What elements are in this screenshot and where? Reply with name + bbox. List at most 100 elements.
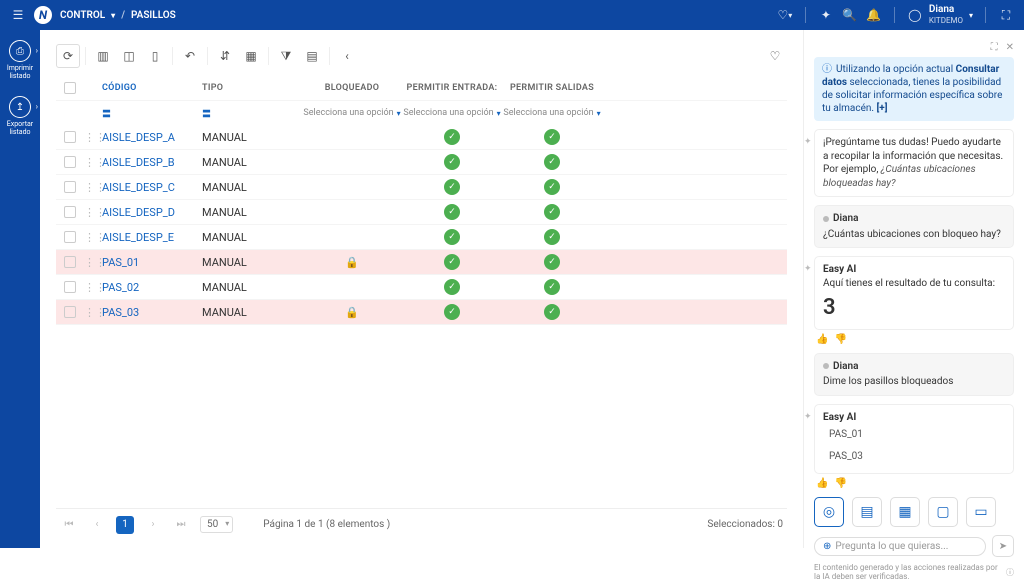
page-last[interactable]: ⏭	[172, 516, 190, 534]
col-bloqueado[interactable]: BLOQUEADO	[302, 83, 402, 93]
filter-entradas[interactable]: Selecciona una opción▾	[402, 108, 502, 118]
row-checkbox[interactable]	[64, 206, 76, 218]
row-tipo: MANUAL	[202, 156, 302, 169]
row-code[interactable]: AISLE_DESP_A	[102, 131, 202, 144]
col-codigo[interactable]: CÓDIGO	[102, 83, 202, 93]
export-icon: ↥	[9, 96, 31, 118]
drag-icon[interactable]: ⋮⋮	[84, 231, 102, 244]
table-row[interactable]: ⋮⋮AISLE_DESP_EMANUAL✓✓	[56, 225, 787, 250]
user-icon: ◯	[907, 7, 923, 23]
check-icon: ✓	[444, 279, 460, 295]
action-button-2[interactable]: ▤	[852, 497, 882, 527]
table-row[interactable]: ⋮⋮PAS_03MANUAL🔒✓✓	[56, 300, 787, 325]
page-next[interactable]: ›	[144, 516, 162, 534]
thumbs-down-icon[interactable]: 👎	[834, 478, 846, 489]
row-checkbox[interactable]	[64, 131, 76, 143]
row-tipo: MANUAL	[202, 181, 302, 194]
row-code[interactable]: PAS_03	[102, 306, 202, 319]
row-code[interactable]: AISLE_DESP_C	[102, 181, 202, 194]
row-code[interactable]: PAS_02	[102, 281, 202, 294]
row-checkbox[interactable]	[64, 256, 76, 268]
split-button[interactable]: ⇵	[213, 44, 237, 68]
row-code[interactable]: AISLE_DESP_D	[102, 206, 202, 219]
breadcrumb-control[interactable]: CONTROL	[60, 10, 105, 21]
drag-icon[interactable]: ⋮⋮	[84, 256, 102, 269]
table-row[interactable]: ⋮⋮AISLE_DESP_AMANUAL✓✓	[56, 125, 787, 150]
drag-icon[interactable]: ⋮⋮	[84, 281, 102, 294]
chat-input[interactable]: ⊕Pregunta lo que quieras...	[814, 537, 986, 556]
row-checkbox[interactable]	[64, 281, 76, 293]
row-code[interactable]: PAS_01	[102, 256, 202, 269]
user-area[interactable]: ◯ Diana KITDEMO ▾	[907, 5, 973, 25]
row-checkbox[interactable]	[64, 156, 76, 168]
drag-icon[interactable]: ⋮⋮	[84, 181, 102, 194]
ai-intro: ✦ ¡Pregúntame tus dudas! Puedo ayudarte …	[814, 129, 1014, 197]
heart-icon[interactable]: ♡ ▾	[777, 7, 793, 23]
export-list-button[interactable]: ↥ Exportar listado ›	[0, 94, 40, 138]
bell-icon[interactable]: 🔔	[866, 7, 882, 23]
action-button-3[interactable]: ▦	[890, 497, 920, 527]
grid-button[interactable]: ▦	[239, 44, 263, 68]
query-mode-button[interactable]: ◎	[814, 497, 844, 527]
refresh-button[interactable]: ⟳	[56, 44, 80, 68]
columns3-button[interactable]: ▯	[143, 44, 167, 68]
info-more[interactable]: [+]	[877, 103, 888, 114]
col-salidas[interactable]: PERMITIR SALIDAS	[502, 83, 602, 93]
menu-icon[interactable]: ☰	[10, 7, 26, 23]
print-list-button[interactable]: ⎙ Imprimir listado ›	[0, 38, 40, 82]
columns2-button[interactable]: ◫	[117, 44, 141, 68]
fullscreen-icon[interactable]: ⛶	[998, 7, 1014, 23]
row-checkbox[interactable]	[64, 231, 76, 243]
search-icon[interactable]: 🔍	[842, 7, 858, 23]
select-all-checkbox[interactable]	[64, 82, 76, 94]
check-icon: ✓	[444, 129, 460, 145]
table-row[interactable]: ⋮⋮PAS_01MANUAL🔒✓✓	[56, 250, 787, 275]
drag-icon[interactable]: ⋮⋮	[84, 156, 102, 169]
row-code[interactable]: AISLE_DESP_B	[102, 156, 202, 169]
favorite-button[interactable]: ♡	[763, 44, 787, 68]
table-row[interactable]: ⋮⋮PAS_02MANUAL✓✓	[56, 275, 787, 300]
check-icon: ✓	[544, 304, 560, 320]
page-prev[interactable]: ‹	[88, 516, 106, 534]
page-first[interactable]: ⏮	[60, 516, 78, 534]
action-button-5[interactable]: ▭	[966, 497, 996, 527]
check-icon: ✓	[444, 179, 460, 195]
table-row[interactable]: ⋮⋮AISLE_DESP_DMANUAL✓✓	[56, 200, 787, 225]
columns-button[interactable]: ▥	[91, 44, 115, 68]
filter-button[interactable]: ⧩	[274, 44, 298, 68]
thumbs-up-icon[interactable]: 👍	[816, 478, 828, 489]
close-icon[interactable]: ✕	[1006, 42, 1014, 53]
table-row[interactable]: ⋮⋮AISLE_DESP_BMANUAL✓✓	[56, 150, 787, 175]
action-button-4[interactable]: ▢	[928, 497, 958, 527]
info-icon[interactable]: ⓘ	[1006, 567, 1014, 578]
expand-icon[interactable]: ⛶	[991, 42, 998, 53]
drag-icon[interactable]: ⋮⋮	[84, 131, 102, 144]
col-entradas[interactable]: PERMITIR ENTRADA:	[402, 83, 502, 93]
drag-icon[interactable]: ⋮⋮	[84, 206, 102, 219]
page-size[interactable]: 50	[200, 516, 233, 533]
row-code[interactable]: AISLE_DESP_E	[102, 231, 202, 244]
filter-bloqueado[interactable]: Selecciona una opción▾	[302, 108, 402, 118]
filter-code[interactable]: 〓	[102, 107, 202, 120]
row-checkbox[interactable]	[64, 181, 76, 193]
row-checkbox[interactable]	[64, 306, 76, 318]
send-button[interactable]: ➤	[992, 535, 1014, 557]
filter-tipo[interactable]: 〓	[202, 107, 302, 120]
undo-button[interactable]: ↶	[178, 44, 202, 68]
logo[interactable]: N	[34, 6, 52, 24]
page-current[interactable]: 1	[116, 516, 134, 534]
drag-icon[interactable]: ⋮⋮	[84, 306, 102, 319]
print-label: Imprimir listado	[0, 65, 40, 80]
breadcrumb-section[interactable]: PASILLOS	[131, 10, 176, 21]
thumbs-up-icon[interactable]: 👍	[816, 334, 828, 345]
calendar-button[interactable]: ▤	[300, 44, 324, 68]
page-summary: Página 1 de 1 (8 elementos )	[263, 519, 390, 530]
thumbs-down-icon[interactable]: 👎	[834, 334, 846, 345]
col-tipo[interactable]: TIPO	[202, 83, 302, 93]
breadcrumb: CONTROL ▾ / PASILLOS	[60, 10, 176, 21]
collapse-button[interactable]: ‹	[335, 44, 359, 68]
sparkle-icon[interactable]: ✦	[818, 7, 834, 23]
check-icon: ✓	[444, 229, 460, 245]
table-row[interactable]: ⋮⋮AISLE_DESP_CMANUAL✓✓	[56, 175, 787, 200]
filter-salidas[interactable]: Selecciona una opción▾	[502, 108, 602, 118]
